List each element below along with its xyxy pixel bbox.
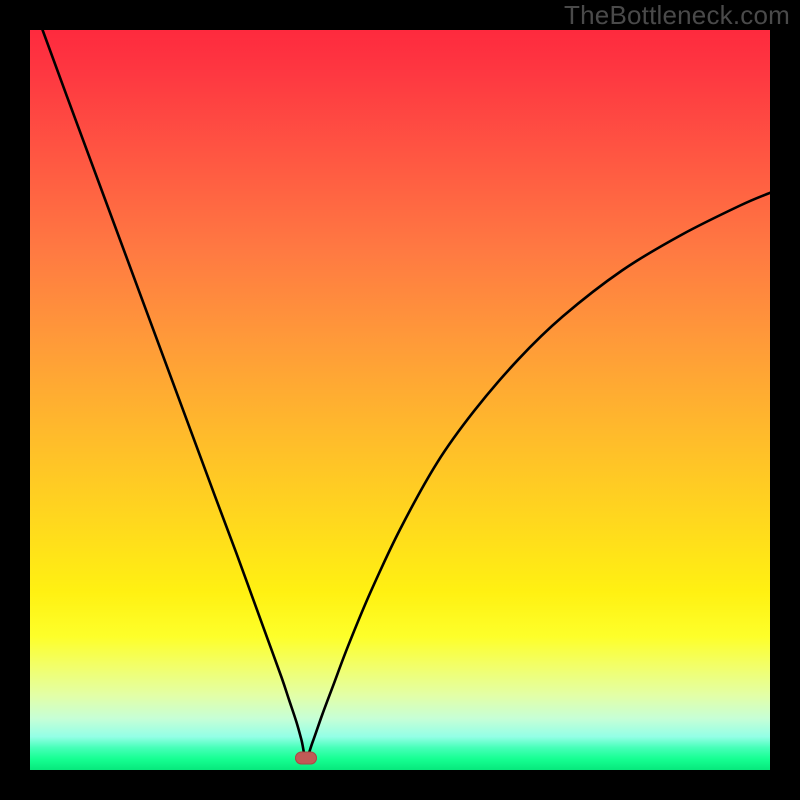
watermark-text: TheBottleneck.com [564,0,790,31]
curve-svg [30,30,770,770]
plot-area [30,30,770,770]
chart-frame: TheBottleneck.com [0,0,800,800]
optimum-marker [295,752,317,765]
bottleneck-curve [43,30,770,758]
